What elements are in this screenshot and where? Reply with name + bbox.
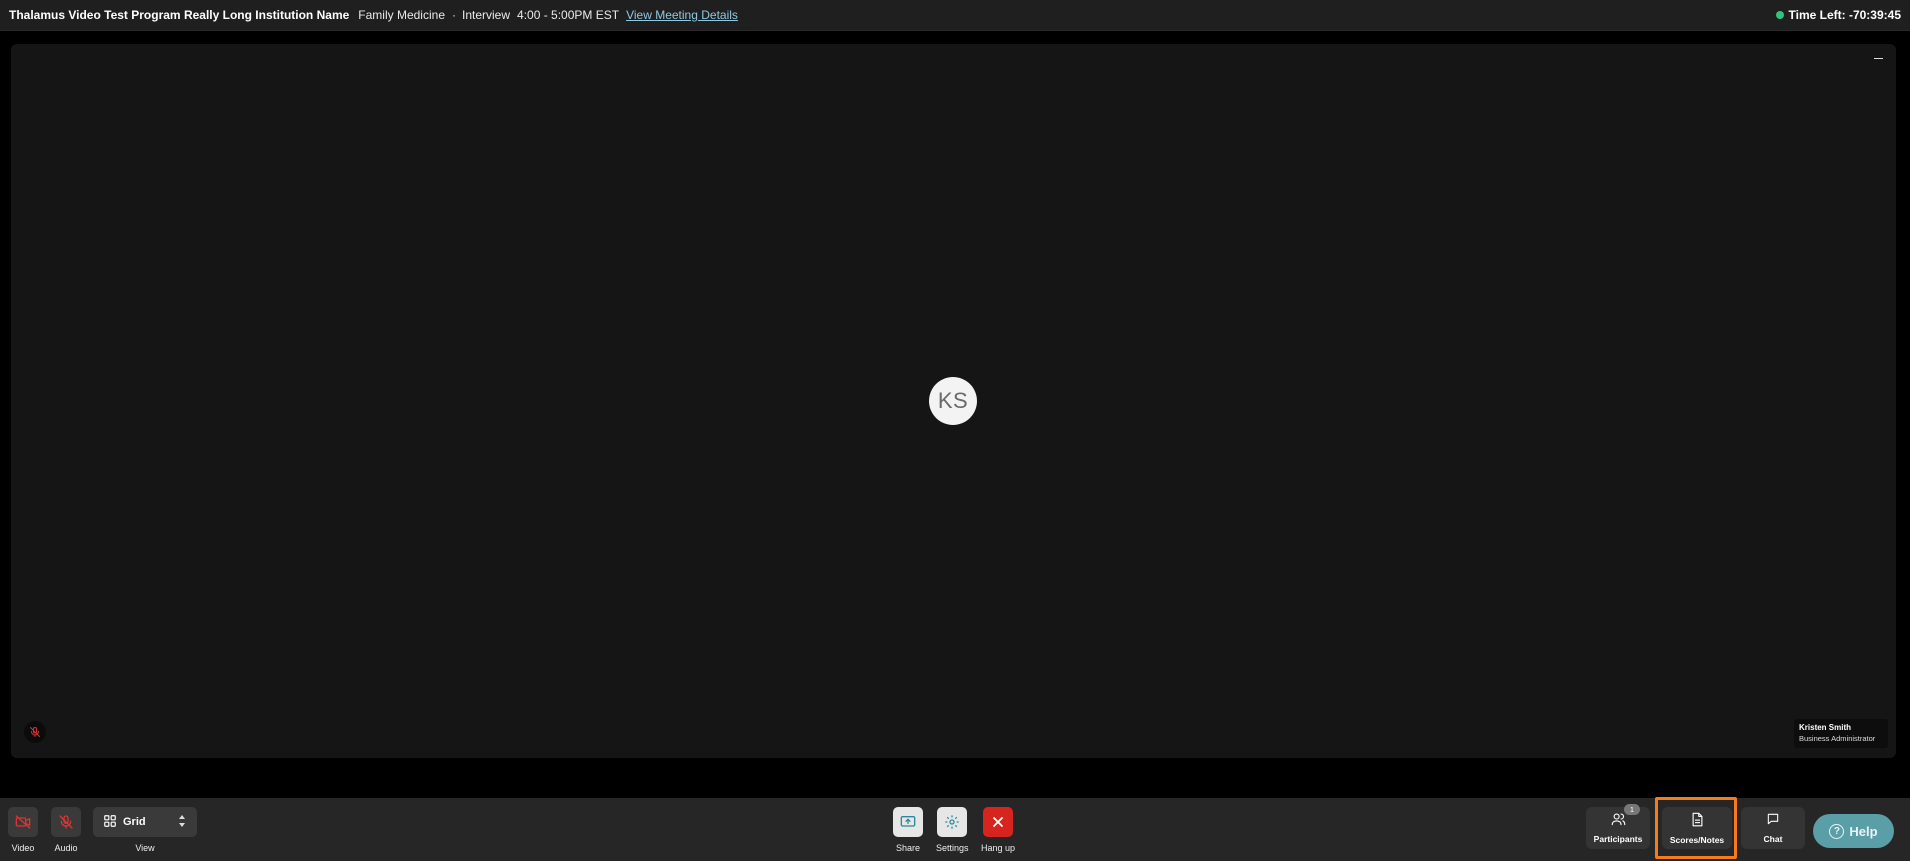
- chat-label: Chat: [1763, 834, 1783, 844]
- chat-bubble-icon: [1766, 812, 1780, 831]
- select-arrows-icon: [177, 814, 187, 831]
- help-label: Help: [1849, 823, 1878, 839]
- view-label: View: [135, 843, 155, 853]
- scores-notes-button[interactable]: Scores/Notes: [1662, 807, 1732, 849]
- muted-mic-icon: [24, 721, 46, 743]
- audio-button[interactable]: Audio: [51, 807, 81, 853]
- participant-nameplate: Kristen Smith Business Administrator: [1794, 719, 1888, 748]
- question-icon: ?: [1829, 823, 1845, 839]
- share-screen-icon: [893, 807, 923, 837]
- time-left: Time Left: -70:39:45: [1775, 8, 1901, 22]
- help-button[interactable]: ? Help: [1813, 814, 1894, 848]
- chat-button[interactable]: Chat: [1741, 807, 1805, 849]
- share-button[interactable]: Share: [893, 807, 923, 853]
- participants-label: Participants: [1593, 834, 1643, 844]
- specialty: Family Medicine: [358, 8, 445, 22]
- close-icon: [983, 807, 1014, 837]
- participant-role: Business Administrator: [1799, 734, 1876, 743]
- hang-up-label: Hang up: [981, 843, 1016, 853]
- time-range: 4:00 - 5:00PM EST: [517, 8, 620, 22]
- view-select-value: Grid: [123, 816, 146, 828]
- settings-label: Settings: [936, 843, 969, 853]
- avatar: KS: [929, 377, 977, 425]
- mic-off-icon: [51, 807, 81, 837]
- video-button[interactable]: Video: [8, 807, 38, 853]
- program-title: Thalamus Video Test Program Really Long …: [9, 8, 350, 22]
- view-meeting-details-link[interactable]: View Meeting Details: [626, 8, 738, 22]
- grid-icon: [103, 814, 117, 831]
- status-dot-icon: [1775, 11, 1784, 19]
- participants-count-badge: 1: [1624, 804, 1640, 815]
- participant-name: Kristen Smith: [1799, 723, 1852, 732]
- audio-label: Audio: [54, 843, 78, 853]
- share-label: Share: [895, 843, 921, 853]
- event-type: Interview: [462, 8, 511, 22]
- minimize-icon[interactable]: [1870, 50, 1886, 66]
- participants-button[interactable]: 1 Participants: [1586, 804, 1650, 849]
- video-label: Video: [11, 843, 35, 853]
- document-icon: [1691, 812, 1704, 832]
- meeting-header: Thalamus Video Test Program Really Long …: [0, 0, 1910, 31]
- gear-icon: [937, 807, 968, 837]
- hang-up-button[interactable]: Hang up: [981, 807, 1015, 853]
- view-select[interactable]: Grid: [93, 807, 197, 837]
- settings-button[interactable]: Settings: [936, 807, 969, 853]
- time-left-text: Time Left: -70:39:45: [1788, 8, 1901, 22]
- video-off-icon: [8, 807, 38, 837]
- scores-notes-label: Scores/Notes: [1669, 834, 1725, 845]
- participants-icon: [1611, 812, 1626, 831]
- video-stage: KS Kristen Smith Business Administrator: [11, 44, 1896, 758]
- separator: ·: [452, 8, 456, 22]
